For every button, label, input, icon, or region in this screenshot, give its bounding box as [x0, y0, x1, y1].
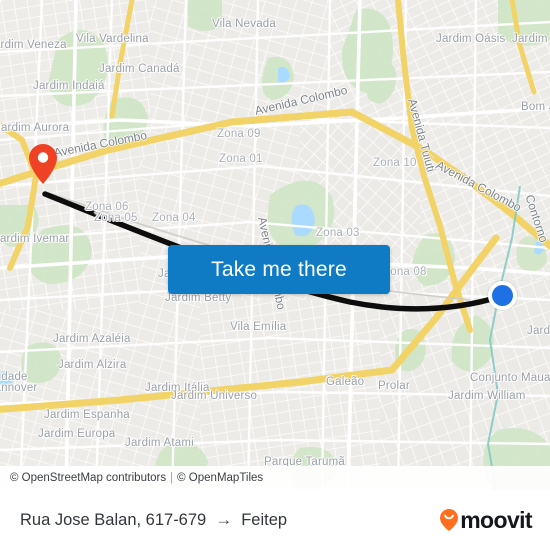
moovit-pin-icon	[440, 509, 459, 531]
moovit-logo[interactable]: moovit	[439, 506, 533, 533]
openmaptiles-attribution-link[interactable]: © OpenMapTiles	[177, 472, 263, 484]
osm-attribution-link[interactable]: © OpenStreetMap contributors	[10, 472, 166, 484]
route-summary: Rua Jose Balan, 617-679 → Feitep	[20, 511, 439, 530]
moovit-route-card: Vila Nevada Jardim Oásis Jardim Vila Vardel…	[0, 0, 550, 550]
route-origin-label: Rua Jose Balan, 617-679	[20, 510, 207, 529]
map-canvas[interactable]: Vila Nevada Jardim Oásis Jardim Vila Vardel…	[0, 0, 550, 490]
destination-marker-dot[interactable]	[488, 281, 517, 310]
attribution-separator: |	[170, 472, 174, 484]
route-destination-label: Feitep	[241, 510, 288, 529]
origin-marker-pin[interactable]	[28, 143, 58, 185]
moovit-wordmark: moovit	[460, 506, 532, 533]
arrow-right-icon: →	[215, 510, 233, 529]
map-attribution-bar: © OpenStreetMap contributors | © OpenMap…	[0, 466, 550, 490]
route-footer: Rua Jose Balan, 617-679 → Feitep moovit	[0, 490, 550, 550]
take-me-there-button[interactable]: Take me there	[168, 245, 390, 294]
